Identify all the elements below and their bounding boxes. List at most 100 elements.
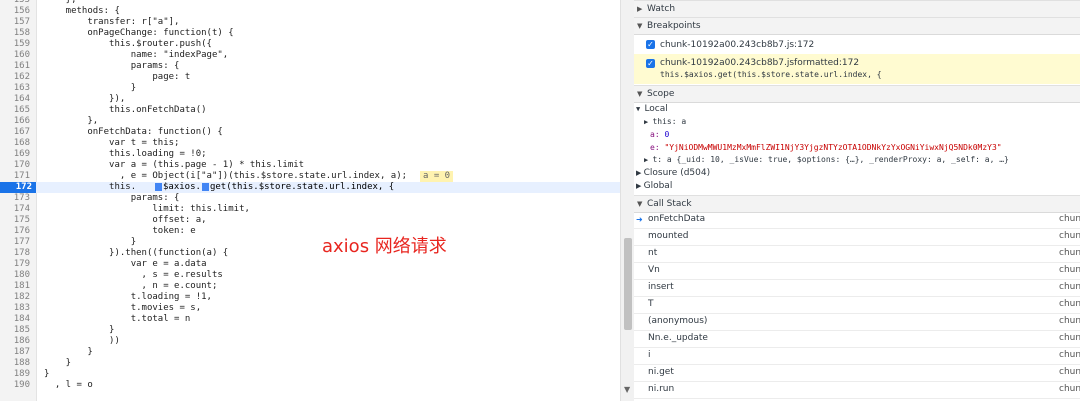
scope-this[interactable]: ▶ this: a bbox=[644, 117, 686, 126]
code-line[interactable]: 164 }), bbox=[0, 94, 620, 105]
frame-location[interactable]: chun bbox=[1059, 364, 1080, 381]
line-number[interactable]: 174 bbox=[0, 204, 30, 215]
breakpoint-checkbox[interactable]: ✓ bbox=[646, 40, 655, 49]
callstack-frame[interactable]: mounted chun bbox=[634, 228, 1080, 246]
callstack-frame[interactable]: i chun bbox=[634, 347, 1080, 365]
code-line[interactable]: 187 } bbox=[0, 347, 620, 358]
line-number[interactable]: 186 bbox=[0, 336, 30, 347]
code-line[interactable]: 170 var a = (this.page - 1) * this.limit bbox=[0, 160, 620, 171]
code-line[interactable]: 188 } bbox=[0, 358, 620, 369]
code-line[interactable]: 163 } bbox=[0, 83, 620, 94]
line-number[interactable]: 166 bbox=[0, 116, 30, 127]
frame-location[interactable]: chun bbox=[1059, 347, 1080, 364]
source-editor[interactable]: 155 }, 156 methods: {157 transfer: r["a"]… bbox=[0, 0, 620, 401]
line-number[interactable]: 187 bbox=[0, 347, 30, 358]
scope-section-header[interactable]: ▼ Scope bbox=[634, 85, 1080, 103]
code-line[interactable]: 176 token: e bbox=[0, 226, 620, 237]
line-number[interactable]: 171 bbox=[0, 171, 30, 182]
line-number[interactable]: 162 bbox=[0, 72, 30, 83]
code-line[interactable]: 178 }).then((function(a) { bbox=[0, 248, 620, 259]
frame-location[interactable]: chun bbox=[1059, 279, 1080, 296]
callstack-frame[interactable]: ni.get chun bbox=[634, 364, 1080, 382]
code-line[interactable]: 185 } bbox=[0, 325, 620, 336]
scope-local[interactable]: ▼ Local bbox=[636, 104, 668, 114]
line-number[interactable]: 163 bbox=[0, 83, 30, 94]
callstack-frame[interactable]: Tchun bbox=[634, 296, 1080, 314]
frame-location[interactable]: chun bbox=[1059, 211, 1080, 228]
scope-var-t[interactable]: ▶ t: a {_uid: 10, _isVue: true, $options… bbox=[644, 155, 1009, 164]
editor-scrollbar[interactable]: ▼ bbox=[620, 0, 635, 401]
frame-location[interactable]: chun bbox=[1059, 330, 1080, 347]
line-number[interactable]: 175 bbox=[0, 215, 30, 226]
code-line[interactable]: 189} bbox=[0, 369, 620, 380]
line-number[interactable]: 170 bbox=[0, 160, 30, 171]
frame-location[interactable]: chun bbox=[1059, 245, 1080, 262]
code-line[interactable]: 167 onFetchData: function() { bbox=[0, 127, 620, 138]
code-line[interactable]: 179 var e = a.data bbox=[0, 259, 620, 270]
scope-global[interactable]: ▶ Global bbox=[636, 181, 672, 191]
line-number[interactable]: 180 bbox=[0, 270, 30, 281]
code-line[interactable]: 157 transfer: r["a"], bbox=[0, 17, 620, 28]
frame-location[interactable]: chun bbox=[1059, 262, 1080, 279]
code-line[interactable]: 190 , l = o bbox=[0, 380, 620, 391]
code-line[interactable]: 182 t.loading = !1, bbox=[0, 292, 620, 303]
code-line[interactable]: 166 }, bbox=[0, 116, 620, 127]
code-line[interactable]: 174 limit: this.limit, bbox=[0, 204, 620, 215]
callstack-frame[interactable]: Nn.e._update chun bbox=[634, 330, 1080, 348]
line-number[interactable]: 165 bbox=[0, 105, 30, 116]
code-line[interactable]: 168 var t = this; bbox=[0, 138, 620, 149]
code-line[interactable]: 181 , n = e.count; bbox=[0, 281, 620, 292]
inline-breakpoint-marker-icon[interactable] bbox=[201, 182, 209, 191]
code-line[interactable]: 173 params: { bbox=[0, 193, 620, 204]
callstack-frame[interactable]: Vn chun bbox=[634, 262, 1080, 280]
code-line[interactable]: 183 t.movies = s, bbox=[0, 303, 620, 314]
frame-location[interactable]: chun bbox=[1059, 296, 1080, 313]
callstack-frame[interactable]: nt chun bbox=[634, 245, 1080, 263]
breakpoints-section-header[interactable]: ▼ Breakpoints bbox=[634, 17, 1080, 35]
line-number[interactable]: 169 bbox=[0, 149, 30, 160]
code-line[interactable]: 180 , s = e.results bbox=[0, 270, 620, 281]
line-number[interactable]: 158 bbox=[0, 28, 30, 39]
line-number[interactable]: 160 bbox=[0, 50, 30, 61]
line-number[interactable]: 167 bbox=[0, 127, 30, 138]
breakpoint-checkbox[interactable]: ✓ bbox=[646, 59, 655, 68]
scope-var-e[interactable]: e: "YjNiODMwMWU1MzMxMmFlZWI1NjY3YjgzNTYz… bbox=[650, 143, 1002, 152]
line-number[interactable]: 161 bbox=[0, 61, 30, 72]
code-line[interactable]: 159 this.$router.push({ bbox=[0, 39, 620, 50]
code-line[interactable]: 165 this.onFetchData() bbox=[0, 105, 620, 116]
callstack-frame[interactable]: insert chun bbox=[634, 279, 1080, 297]
scope-closure[interactable]: ▶ Closure (d504) bbox=[636, 168, 710, 178]
line-number[interactable]: 156 bbox=[0, 6, 30, 17]
active-breakpoint-line[interactable]: 172 this. $axios. get(this.$store.state.ur… bbox=[0, 182, 620, 193]
line-number[interactable]: 181 bbox=[0, 281, 30, 292]
code-line[interactable]: 177 } bbox=[0, 237, 620, 248]
frame-location[interactable]: chun bbox=[1059, 313, 1080, 330]
line-number[interactable]: 172 bbox=[0, 182, 36, 193]
line-number[interactable]: 182 bbox=[0, 292, 30, 303]
code-line[interactable]: 184 t.total = n bbox=[0, 314, 620, 325]
line-number[interactable]: 179 bbox=[0, 259, 30, 270]
code-line[interactable]: 162 page: t bbox=[0, 72, 620, 83]
code-line[interactable]: 171 , e = Object(i["a"])(this.$store.sta… bbox=[0, 171, 620, 182]
code-line[interactable]: 175 offset: a, bbox=[0, 215, 620, 226]
frame-location[interactable]: chun bbox=[1059, 228, 1080, 245]
line-number[interactable]: 185 bbox=[0, 325, 30, 336]
line-number[interactable]: 177 bbox=[0, 237, 30, 248]
scope-var-a[interactable]: a: 0 bbox=[650, 130, 669, 139]
code-line[interactable]: 158 onPageChange: function(t) { bbox=[0, 28, 620, 39]
scrollbar-thumb[interactable] bbox=[624, 238, 632, 330]
frame-location[interactable]: chun bbox=[1059, 381, 1080, 398]
watch-section-header[interactable]: ▶ Watch bbox=[634, 0, 1080, 18]
callstack-frame[interactable]: (anonymous) chun bbox=[634, 313, 1080, 331]
line-number[interactable]: 168 bbox=[0, 138, 30, 149]
line-number[interactable]: 173 bbox=[0, 193, 30, 204]
line-number[interactable]: 178 bbox=[0, 248, 30, 259]
breakpoint-item-active[interactable]: ✓ chunk-10192a00.243cb8b7.jsformatted:17… bbox=[634, 54, 1080, 84]
inline-breakpoint-marker-icon[interactable] bbox=[155, 182, 162, 191]
line-number[interactable]: 189 bbox=[0, 369, 30, 380]
scroll-down-arrow-icon[interactable]: ▼ bbox=[624, 385, 630, 394]
line-number[interactable]: 164 bbox=[0, 94, 30, 105]
line-number[interactable]: 176 bbox=[0, 226, 30, 237]
line-number[interactable]: 184 bbox=[0, 314, 30, 325]
code-line[interactable]: 156 methods: { bbox=[0, 6, 620, 17]
